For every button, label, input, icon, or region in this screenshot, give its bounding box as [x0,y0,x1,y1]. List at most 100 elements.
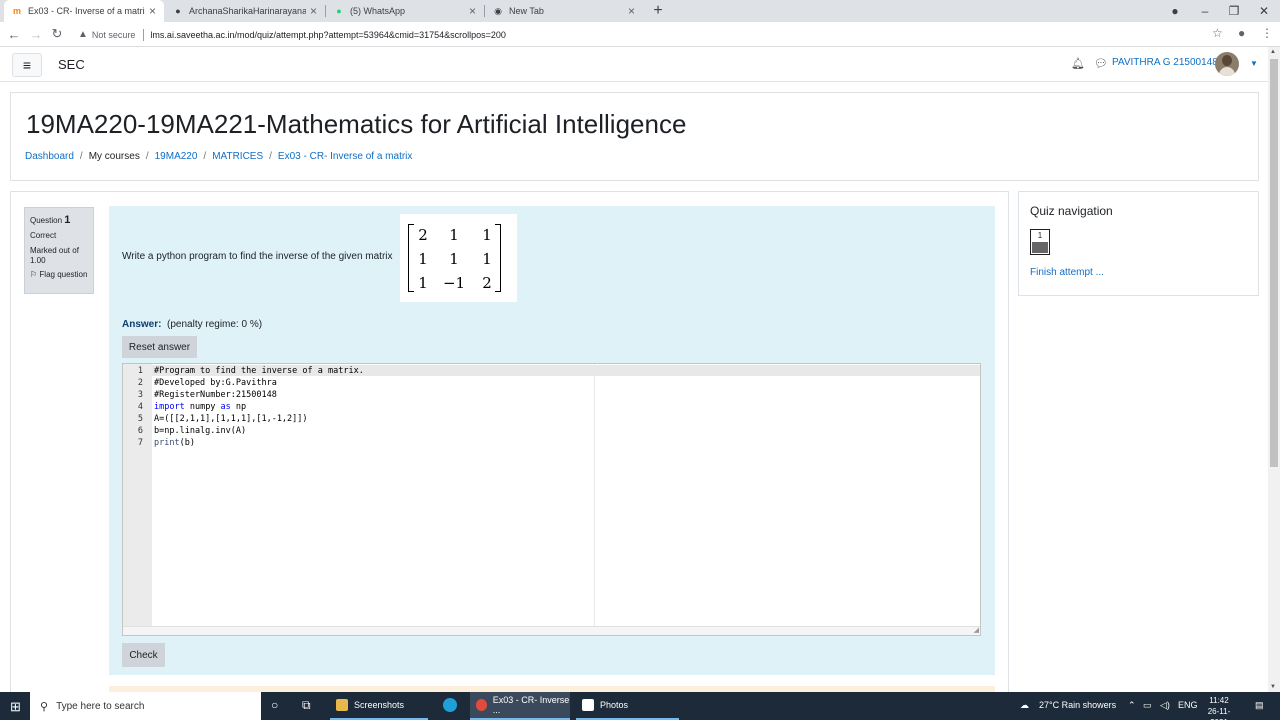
code-text: A=([[2,1,1],[1,1,1],[1,-1,2]]) [154,414,308,424]
matrix-cell: −1 [442,274,466,292]
editor-footer [123,626,980,635]
question-label: Question [30,216,63,225]
chevron-down-icon[interactable]: ▼ [1250,59,1258,68]
weather-icon[interactable]: ☁ [1020,700,1029,711]
task-view-icon[interactable]: ⧉ [302,698,311,713]
chrome-icon [476,699,487,711]
profile-icon[interactable]: ● [1238,26,1245,40]
edge-icon[interactable] [443,698,457,715]
code-editor[interactable]: 1 #Program to find the inverse of a matri… [122,363,981,636]
forward-arrow-icon[interactable]: → [27,25,45,43]
close-icon[interactable]: × [149,4,156,18]
line-number: 1 [137,366,143,376]
kebab-menu-icon[interactable]: ⋮ [1261,26,1273,40]
browser-tab-whatsapp[interactable]: ● (5) WhatsApp × [326,0,484,22]
new-tab-plus-icon[interactable]: + [650,0,666,22]
code-text: print(b) [154,438,195,448]
bell-icon[interactable]: 🔔︎ [1071,57,1085,70]
close-icon[interactable]: × [310,4,317,18]
breadcrumb-activity[interactable]: Ex03 - CR- Inverse of a matrix [278,151,412,162]
reload-icon[interactable]: ↻ [48,25,66,43]
answer-label-text: Answer: [122,319,162,330]
question-info: Question 1 Correct Marked out of 1.00 ⚐ … [24,207,94,294]
restore-icon[interactable]: ❐ [1219,0,1249,22]
tab-title: ArchanaSharikaHarinarayanan/- [189,6,306,16]
breadcrumb-section[interactable]: MATRICES [212,151,263,162]
close-icon[interactable]: × [628,4,635,18]
scroll-up-arrow-icon[interactable]: ▲ [1270,49,1276,55]
matrix-image: 2 1 1 1 1 1 1 −1 2 [400,214,517,302]
site-name[interactable]: SEC [58,57,85,72]
taskbar-app-label: Ex03 - CR- Inverse ... [492,695,570,715]
breadcrumb-separator: / [203,151,207,162]
taskbar-app-screenshots[interactable]: Screenshots [330,692,428,720]
folder-icon [336,699,348,711]
hamburger-menu-icon[interactable]: ≡ [12,53,42,77]
flag-question-button[interactable]: ⚐ Flag question [30,270,88,280]
code-text: #Program to find the inverse of a matrix… [154,366,364,376]
language-indicator[interactable]: ENG [1178,700,1198,710]
matrix-cell: 1 [449,250,459,268]
window-close-icon[interactable]: ✕ [1249,0,1279,22]
security-label: Not secure [91,29,136,40]
minimize-icon[interactable]: – [1190,0,1220,22]
quiz-nav-question-number: 1 [1037,231,1043,240]
code-line: 3 #RegisterNumber:21500148 [123,389,364,401]
url-omnibox[interactable]: ▲ Not secure lms.ai.saveetha.ac.in/mod/q… [70,24,1230,45]
taskbar-clock[interactable]: 11:42 26-11-2021 [1199,695,1239,720]
breadcrumb-course[interactable]: 19MA220 [155,151,198,162]
clock-date: 26-11-2021 [1207,707,1231,720]
browser-tab-newtab[interactable]: ◉ New Tab × [485,0,643,22]
whatsapp-icon: ● [336,6,342,16]
bookmark-star-icon[interactable]: ☆ [1212,26,1223,40]
avatar[interactable] [1215,52,1239,76]
answered-indicator [1032,242,1048,253]
breadcrumb-dashboard[interactable]: Dashboard [25,151,74,162]
check-button[interactable]: Check [122,643,165,667]
line-number: 6 [137,426,143,436]
user-name[interactable]: PAVITHRA G 21500148 [1112,57,1218,68]
profile-menu-icon[interactable]: ● [1160,0,1190,22]
scrollbar-thumb[interactable] [1270,59,1278,467]
url-text: lms.ai.saveetha.ac.in/mod/quiz/attempt.p… [150,29,506,40]
close-icon[interactable]: × [469,4,476,18]
question-text: Write a python program to find the inver… [122,251,393,262]
scroll-down-arrow-icon[interactable]: ▼ [1270,684,1276,690]
code-text: #RegisterNumber:21500148 [154,390,277,400]
taskbar-app-label: Screenshots [354,700,405,710]
weather-text[interactable]: 27°C Rain showers [1039,700,1116,710]
matrix: 2 1 1 1 1 1 1 −1 2 [408,224,501,294]
network-icon[interactable]: ▭ [1143,700,1152,711]
finish-attempt-link[interactable]: Finish attempt ... [1030,267,1104,278]
quiz-nav-question-button[interactable]: 1 [1030,229,1050,255]
reset-answer-button[interactable]: Reset answer [122,336,197,358]
taskbar-app-photos[interactable]: Photos [576,692,679,720]
omnibox-divider [143,28,145,41]
notification-icon[interactable]: ▤ [1255,700,1264,711]
flag-icon: ⚐ [30,270,38,280]
page-title: 19MA220-19MA221-Mathematics for Artifici… [26,109,687,139]
resize-handle-icon[interactable]: ◢ [974,626,979,634]
chevron-up-icon[interactable]: ⌃ [1128,700,1136,711]
chat-bubble-icon[interactable]: 💬︎ [1094,57,1108,70]
page-scrollbar[interactable]: ▲ ▼ [1268,47,1280,692]
code-line: 6 b=np.linalg.inv(A) [123,425,364,437]
code-text: #Developed by:G.Pavithra [154,378,277,388]
question-state: Correct [30,231,57,241]
breadcrumb-my-courses: My courses [88,151,140,162]
windows-start-icon[interactable]: ⊞ [10,699,21,715]
back-arrow-icon[interactable]: ← [5,25,23,43]
taskbar-search-box[interactable]: ⚲ Type here to search [30,692,261,720]
code-text: import numpy as np [154,402,247,412]
cortana-icon[interactable]: ○ [271,698,278,712]
line-number: 7 [137,438,143,448]
browser-tab-quiz[interactable]: m Ex03 - CR- Inverse of a matrix × [4,0,164,22]
flag-question-label: Flag question [39,270,88,280]
matrix-cell: 1 [482,226,492,244]
taskbar-app-chrome[interactable]: Ex03 - CR- Inverse ... [470,692,570,720]
github-icon: ● [175,6,181,16]
volume-icon[interactable]: ◁) [1160,700,1170,711]
browser-tab-github[interactable]: ● ArchanaSharikaHarinarayanan/- × [165,0,325,22]
code-line: 2 #Developed by:G.Pavithra [123,377,364,389]
code-line: 1 #Program to find the inverse of a matri… [123,365,364,377]
